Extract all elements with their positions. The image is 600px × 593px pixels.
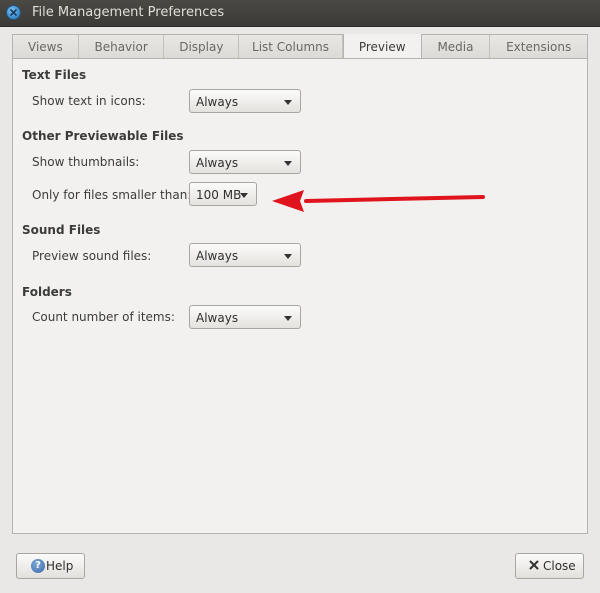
chevron-down-icon	[284, 254, 292, 259]
window-close-button[interactable]	[6, 5, 21, 20]
section-heading-other-files: Other Previewable Files	[22, 129, 184, 143]
tab-display[interactable]: Display	[164, 35, 240, 59]
preview-sound-value: Always	[196, 249, 239, 263]
count-items-value: Always	[196, 311, 239, 325]
tab-bar: Views Behavior Display List Columns Prev…	[12, 34, 588, 60]
show-thumbnails-label: Show thumbnails:	[32, 155, 140, 169]
show-text-select[interactable]: Always	[189, 89, 301, 113]
chevron-down-icon	[240, 193, 248, 198]
preview-sound-label: Preview sound files:	[32, 249, 152, 263]
tab-views[interactable]: Views	[13, 35, 79, 59]
tab-media[interactable]: Media	[422, 35, 491, 59]
count-items-label: Count number of items:	[32, 310, 175, 324]
close-icon	[10, 9, 17, 16]
close-button-label: Close	[543, 559, 576, 573]
file-size-limit-select[interactable]: 100 MB	[189, 182, 257, 206]
close-button[interactable]: Close	[515, 553, 584, 579]
window-title: File Management Preferences	[32, 5, 225, 20]
section-heading-text-files: Text Files	[22, 68, 87, 82]
red-arrow-icon	[272, 190, 485, 212]
file-size-limit-value: 100 MB	[196, 188, 242, 202]
tab-preview[interactable]: Preview	[342, 34, 422, 60]
tab-behavior[interactable]: Behavior	[79, 35, 165, 59]
help-button-label: Help	[46, 559, 74, 573]
title-bar: File Management Preferences	[0, 0, 600, 27]
tab-extensions[interactable]: Extensions	[490, 35, 587, 59]
chevron-down-icon	[284, 316, 292, 321]
section-heading-folders: Folders	[22, 285, 72, 299]
show-text-label: Show text in icons:	[32, 94, 146, 108]
file-size-limit-label: Only for files smaller than:	[32, 188, 192, 202]
show-text-value: Always	[196, 95, 239, 109]
section-heading-sound-files: Sound Files	[22, 223, 101, 237]
preview-sound-select[interactable]: Always	[189, 243, 301, 267]
show-thumbnails-value: Always	[196, 156, 239, 170]
chevron-down-icon	[284, 100, 292, 105]
tab-list-columns[interactable]: List Columns	[239, 35, 343, 59]
chevron-down-icon	[284, 161, 292, 166]
help-icon: ?	[31, 559, 45, 573]
x-icon	[529, 560, 539, 570]
show-thumbnails-select[interactable]: Always	[189, 150, 301, 174]
count-items-select[interactable]: Always	[189, 305, 301, 329]
help-button[interactable]: ? Help	[16, 553, 85, 579]
